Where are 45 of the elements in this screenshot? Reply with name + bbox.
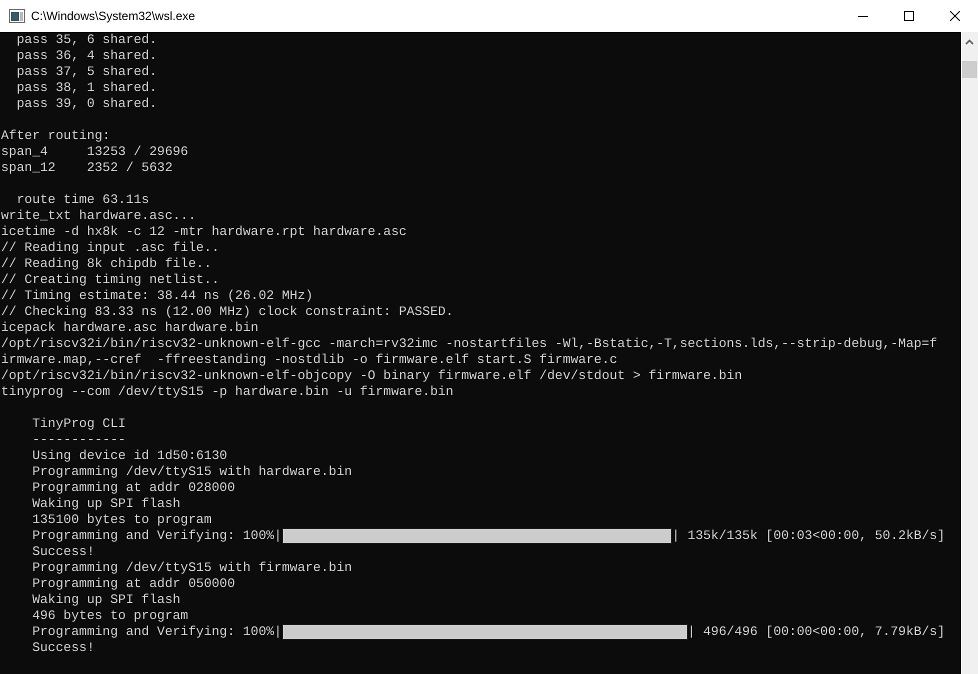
terminal-line: // Creating timing netlist.. (1, 272, 220, 287)
terminal-line: route time 63.11s (16, 192, 150, 207)
terminal-line: ------------ (31, 432, 126, 447)
terminal-line: /opt/riscv32i/bin/riscv32-unknown-elf-objcopy -O binary firmware.elf /dev/stdout > firmware.bin (1, 368, 742, 383)
terminal-line: irmware.map,--cref -ffreestanding -nostdlib -o firmware.elf start.S firmware.c (1, 352, 618, 367)
console-window-icon (9, 9, 25, 23)
terminal-line: // Timing estimate: 38.44 ns (26.02 MHz) (1, 288, 314, 303)
terminal-line: icepack hardware.asc hardware.bin (1, 320, 258, 335)
terminal-line: Programming and Verifying: 100%| (31, 528, 282, 544)
terminal-line: pass 37, 5 shared. (16, 64, 158, 79)
terminal-line: icetime -d hx8k -c 12 -mtr hardware.rpt hardware.asc (1, 224, 407, 239)
terminal-line: pass 35, 6 shared. (16, 32, 158, 47)
terminal-line: write_txt hardware.asc... (1, 208, 196, 223)
terminal-line: Waking up SPI flash (31, 592, 180, 607)
maximize-icon (904, 11, 914, 21)
terminal-line: TinyProg CLI (31, 416, 126, 431)
terminal-line: // Reading input .asc file.. (1, 240, 220, 255)
terminal-line: | 135k/135k [00:03<00:00, 50.2kB/s] (672, 528, 945, 544)
scrollbar[interactable] (961, 32, 978, 674)
terminal-line: Waking up SPI flash (31, 496, 180, 511)
terminal-line: /opt/riscv32i/bin/riscv32-unknown-elf-gcc -march=rv32imc -nostartfiles -Wl,-Bstatic,-T,sections.lds,--strip-debug,-Map=f (1, 336, 938, 351)
terminal-line: // Checking 83.33 ns (12.00 MHz) clock constraint: PASSED. (1, 304, 454, 319)
terminal-line: | 496/496 [00:00<00:00, 7.79kB/s] (688, 624, 945, 640)
close-icon (950, 11, 960, 21)
terminal-line: 135100 bytes to program (31, 512, 212, 527)
scroll-up-icon[interactable] (965, 39, 974, 45)
terminal-line: Programming at addr 028000 (31, 480, 236, 495)
terminal-line: span_4 13253 / 29696 (1, 144, 188, 159)
terminal-line: Programming /dev/ttyS15 with hardware.bin (31, 464, 352, 479)
terminal-line: Success! (31, 544, 95, 559)
scrollbar-thumb[interactable] (962, 61, 977, 78)
terminal-line: tinyprog --com /dev/ttyS15 -p hardware.bin -u firmware.bin (1, 384, 454, 399)
terminal-line: Programming at addr 050000 (31, 576, 236, 591)
terminal-line: Programming and Verifying: 100%| (31, 624, 282, 640)
terminal-line: span_12 2352 / 5632 (1, 160, 173, 175)
terminal-line: pass 36, 4 shared. (16, 48, 158, 63)
terminal-line: Programming /dev/ttyS15 with firmware.bin (31, 560, 352, 575)
terminal-line: 496 bytes to program (31, 608, 188, 623)
terminal-line: After routing: (1, 128, 110, 143)
terminal-line: Success! (31, 640, 95, 655)
window-title: C:\Windows\System32\wsl.exe (31, 8, 196, 25)
terminal-line: pass 38, 1 shared. (16, 80, 158, 95)
terminal-line: pass 39, 0 shared. (16, 96, 158, 111)
terminal-line: // Reading 8k chipdb file.. (1, 256, 212, 271)
terminal-line: Using device id 1d50:6130 (31, 448, 228, 463)
